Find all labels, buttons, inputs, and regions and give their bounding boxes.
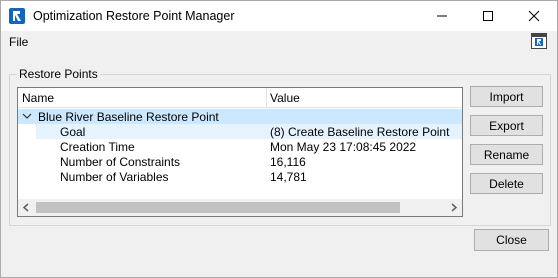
import-button[interactable]: Import: [470, 86, 543, 107]
minimize-button[interactable]: [419, 1, 465, 31]
property-value: Mon May 23 17:08:45 2022: [270, 140, 417, 154]
property-value: 14,781: [270, 170, 307, 184]
property-name: Number of Variables: [60, 170, 169, 184]
tree-row[interactable]: Goal (8) Create Baseline Restore Point: [18, 124, 462, 139]
property-value: 16,116: [270, 155, 306, 169]
restore-points-tree[interactable]: Name Value Blue River Baseline Restore P…: [17, 87, 463, 217]
tree-row-restore-point[interactable]: Blue River Baseline Restore Point: [18, 109, 462, 124]
column-divider[interactable]: [266, 88, 267, 108]
property-name: Goal: [60, 125, 86, 139]
maximize-button[interactable]: [465, 1, 511, 31]
app-icon: [9, 8, 25, 24]
column-header-name[interactable]: Name: [22, 91, 54, 105]
chevron-down-icon[interactable]: [22, 112, 32, 120]
restore-point-manager-window: Optimization Restore Point Manager File: [0, 0, 558, 278]
property-name: Creation Time: [60, 140, 135, 154]
scrollbar-thumb[interactable]: [36, 202, 400, 213]
horizontal-scrollbar[interactable]: [18, 199, 462, 216]
context-help-icon[interactable]: [531, 33, 547, 49]
minimize-icon: [437, 15, 447, 17]
close-window-button[interactable]: [511, 1, 557, 31]
maximize-icon: [483, 11, 493, 21]
column-header-value[interactable]: Value: [270, 91, 300, 105]
restore-points-group-label: Restore Points: [17, 67, 100, 81]
scroll-left-icon[interactable]: [22, 203, 30, 212]
scroll-right-icon[interactable]: [450, 203, 458, 212]
tree-row[interactable]: Number of Constraints 16,116: [18, 154, 462, 169]
export-button[interactable]: Export: [470, 115, 543, 136]
restore-point-name: Blue River Baseline Restore Point: [38, 110, 219, 124]
rename-button[interactable]: Rename: [470, 144, 543, 165]
menu-bar: File: [1, 31, 557, 53]
tree-header: Name Value: [18, 88, 462, 108]
delete-button[interactable]: Delete: [470, 173, 543, 194]
tree-row[interactable]: Creation Time Mon May 23 17:08:45 2022: [18, 139, 462, 154]
menu-file[interactable]: File: [9, 35, 28, 49]
property-value: (8) Create Baseline Restore Point: [270, 125, 450, 139]
tree-row[interactable]: Number of Variables 14,781: [18, 169, 462, 184]
window-title: Optimization Restore Point Manager: [33, 9, 235, 23]
property-name: Number of Constraints: [60, 155, 181, 169]
title-bar: Optimization Restore Point Manager: [1, 1, 557, 31]
close-icon: [528, 10, 540, 22]
close-button[interactable]: Close: [474, 229, 549, 251]
